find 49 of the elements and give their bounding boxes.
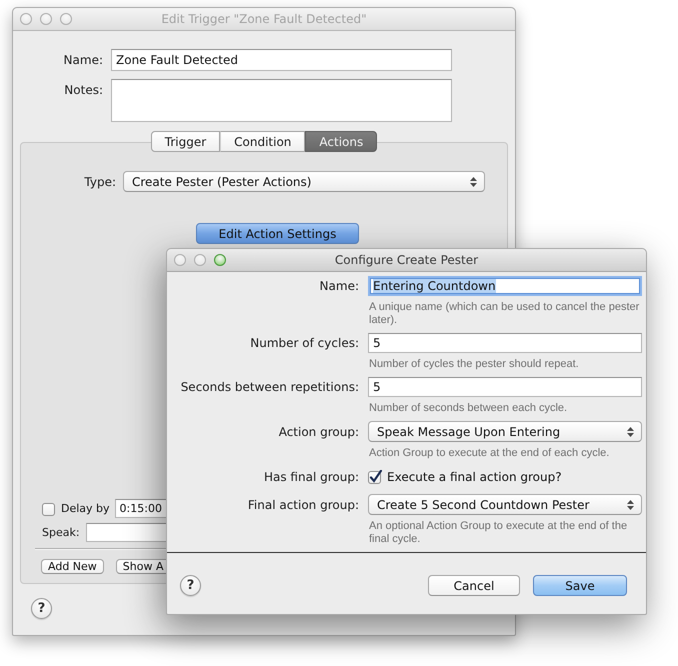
minimize-button[interactable] <box>194 254 206 266</box>
field-label: Name: <box>320 279 359 293</box>
popup-button[interactable]: Speak Message Upon Entering <box>368 421 642 442</box>
zoom-button[interactable] <box>60 13 72 25</box>
hint-text: A unique name (which can be used to cancel the pester later). <box>368 301 640 327</box>
field-label: Has final group: <box>264 470 359 484</box>
field-label: Type: <box>84 174 116 188</box>
field-label: Name: <box>64 53 103 67</box>
text-field[interactable]: Zone Fault Detected <box>111 49 452 71</box>
popup-button[interactable]: Create Pester (Pester Actions) <box>123 171 485 192</box>
text-field[interactable]: Entering Countdown <box>368 276 642 296</box>
tab[interactable]: Actions <box>305 131 378 152</box>
text-field[interactable]: 5 <box>368 333 642 353</box>
close-button[interactable] <box>20 13 32 25</box>
field-label: Speak: <box>42 526 80 539</box>
checkbox[interactable] <box>42 502 56 516</box>
checkbox-label: Execute a final action group? <box>387 470 562 484</box>
text-area[interactable] <box>111 79 452 122</box>
checkbox[interactable] <box>368 470 382 484</box>
field-label: Final action group: <box>248 498 359 512</box>
updown-arrows-icon <box>627 500 634 510</box>
field-label: Notes: <box>64 82 103 97</box>
updown-arrows-icon <box>470 176 477 186</box>
field-label: Seconds between repetitions: <box>180 380 359 394</box>
window-title: Configure Create Pester <box>334 253 478 267</box>
tab[interactable]: Trigger <box>150 131 220 152</box>
hint-text: Action Group to execute at the end of each cycle. <box>368 447 610 460</box>
time-field[interactable]: 0:15:00 <box>114 499 167 518</box>
edit-settings-button[interactable]: Edit Action Settings <box>196 223 359 244</box>
hint-text: Number of seconds between each cycle. <box>368 402 568 415</box>
field-label: Action group: <box>278 424 359 438</box>
text-field[interactable]: 5 <box>368 377 642 397</box>
push-button[interactable]: Save <box>533 575 627 596</box>
minimize-button[interactable] <box>40 13 52 25</box>
push-button[interactable]: Cancel <box>428 575 520 596</box>
text-field[interactable] <box>86 523 167 542</box>
checkbox-label: Delay by <box>61 502 110 515</box>
updown-arrows-icon <box>627 426 634 436</box>
hint-text: An optional Action Group to execute at the end of the final cycle. <box>368 520 628 546</box>
close-button[interactable] <box>174 254 186 266</box>
zoom-button[interactable] <box>214 254 226 266</box>
field-label: Number of cycles: <box>250 336 359 350</box>
help-button[interactable]: ? <box>31 598 52 619</box>
hint-text: Number of cycles the pester should repeat. <box>368 358 580 371</box>
help-button[interactable]: ? <box>180 575 201 596</box>
push-button[interactable]: Add New <box>41 558 104 574</box>
window-title: Edit Trigger "Zone Fault Detected" <box>161 12 367 26</box>
tab[interactable]: Condition <box>220 131 306 152</box>
popup-button[interactable]: Create 5 Second Countdown Pester <box>368 494 642 515</box>
